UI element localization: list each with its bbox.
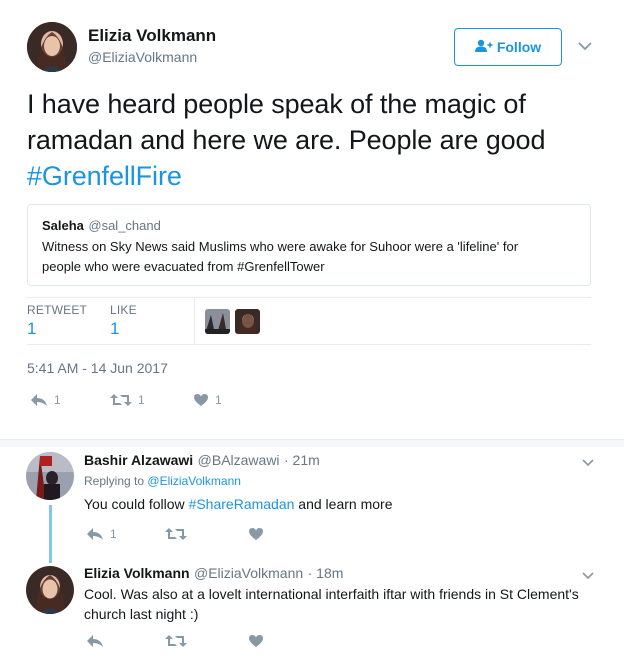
reply-text-line: Cool. Was also at a lovelt international… [84, 586, 579, 602]
stats-vertical-divider [194, 298, 195, 344]
replies-separator [0, 439, 624, 447]
reply-text: You could follow #ShareRamadan and learn… [84, 494, 604, 514]
reply-author-name[interactable]: Elizia Volkmann [84, 565, 190, 581]
reply-text: Cool. Was also at a lovelt international… [84, 584, 614, 624]
author-avatar[interactable] [27, 22, 77, 72]
retweet-stat-label: RETWEET [27, 303, 88, 317]
reply-action[interactable]: 1 [86, 527, 117, 541]
chevron-down-icon[interactable] [578, 40, 592, 54]
heart-icon [248, 634, 264, 648]
quoted-tweet[interactable]: Saleha @sal_chand Witness on Sky News sa… [27, 204, 591, 286]
reply-avatar[interactable] [26, 452, 74, 500]
reply-author-handle[interactable]: @EliziaVolkmann [194, 565, 303, 581]
like-action[interactable] [248, 527, 264, 541]
stats-divider-bottom [27, 344, 591, 345]
follow-label: Follow [496, 39, 542, 55]
retweet-action[interactable] [165, 634, 187, 648]
author-name[interactable]: Elizia Volkmann [88, 26, 216, 46]
author-handle[interactable]: @EliziaVolkmann [88, 49, 197, 65]
retweet-action[interactable]: 1 [110, 393, 145, 407]
reply-text-part: and learn more [294, 496, 393, 512]
reply-avatar[interactable] [26, 566, 74, 614]
tweet-text: I have heard people speak of the magic o… [27, 86, 607, 194]
follow-button[interactable]: Follow [454, 28, 562, 66]
tweet-hashtag-link[interactable]: #GrenfellFire [27, 158, 607, 194]
like-stat-count: 1 [110, 319, 120, 338]
retweet-icon [165, 527, 187, 541]
thread-connector [49, 505, 52, 563]
like-stat[interactable]: LIKE 1 [110, 303, 137, 339]
like-count: 1 [215, 393, 222, 407]
reply-time[interactable]: · 21m [284, 452, 320, 468]
quoted-text-line: people who were evacuated from #Grenfell… [42, 259, 325, 274]
replying-to-prefix: Replying to [84, 474, 145, 488]
like-action[interactable]: 1 [193, 393, 222, 407]
retweet-icon [110, 393, 132, 407]
like-stat-label: LIKE [110, 303, 137, 317]
heart-icon [193, 393, 209, 407]
follow-person-icon [474, 39, 493, 56]
reply-time[interactable]: · 18m [308, 565, 344, 581]
reply-author-handle[interactable]: @BAlzawawi [198, 452, 280, 468]
reply-author-name[interactable]: Bashir Alzawawi [84, 452, 193, 468]
heart-icon [248, 527, 264, 541]
reply-action[interactable] [86, 634, 104, 648]
replying-to-link[interactable]: @EliziaVolkmann [147, 474, 241, 488]
reply-icon [86, 634, 104, 648]
reply-action[interactable]: 1 [30, 393, 61, 407]
reply-text-part: You could follow [84, 496, 189, 512]
liker-avatar[interactable] [235, 309, 260, 334]
liker-avatar[interactable] [205, 309, 230, 334]
tweet-text-line: ramadan and here we are. People are good [27, 125, 546, 155]
retweet-stat-count: 1 [27, 319, 37, 338]
reply-icon [30, 393, 48, 407]
reply-icon [86, 527, 104, 541]
retweet-count: 1 [138, 393, 145, 407]
retweet-icon [165, 634, 187, 648]
like-action[interactable] [248, 634, 264, 648]
reply-text-line: church last night :) [84, 606, 199, 622]
retweet-stat[interactable]: RETWEET 1 [27, 303, 87, 339]
tweet-text-line: I have heard people speak of the magic o… [27, 89, 526, 119]
quoted-author-handle: @sal_chand [88, 218, 161, 233]
tweet-timestamp[interactable]: 5:41 AM - 14 Jun 2017 [27, 360, 168, 376]
stats-divider-top [27, 297, 591, 298]
reply-hashtag-link[interactable]: #ShareRamadan [189, 496, 295, 512]
chevron-down-icon[interactable] [582, 569, 594, 583]
reply-count: 1 [54, 393, 61, 407]
quoted-author-name: Saleha [42, 218, 84, 233]
retweet-action[interactable] [165, 527, 187, 541]
quoted-text-line: Witness on Sky News said Muslims who wer… [42, 239, 519, 254]
chevron-down-icon[interactable] [582, 456, 594, 470]
reply-count: 1 [110, 527, 117, 541]
